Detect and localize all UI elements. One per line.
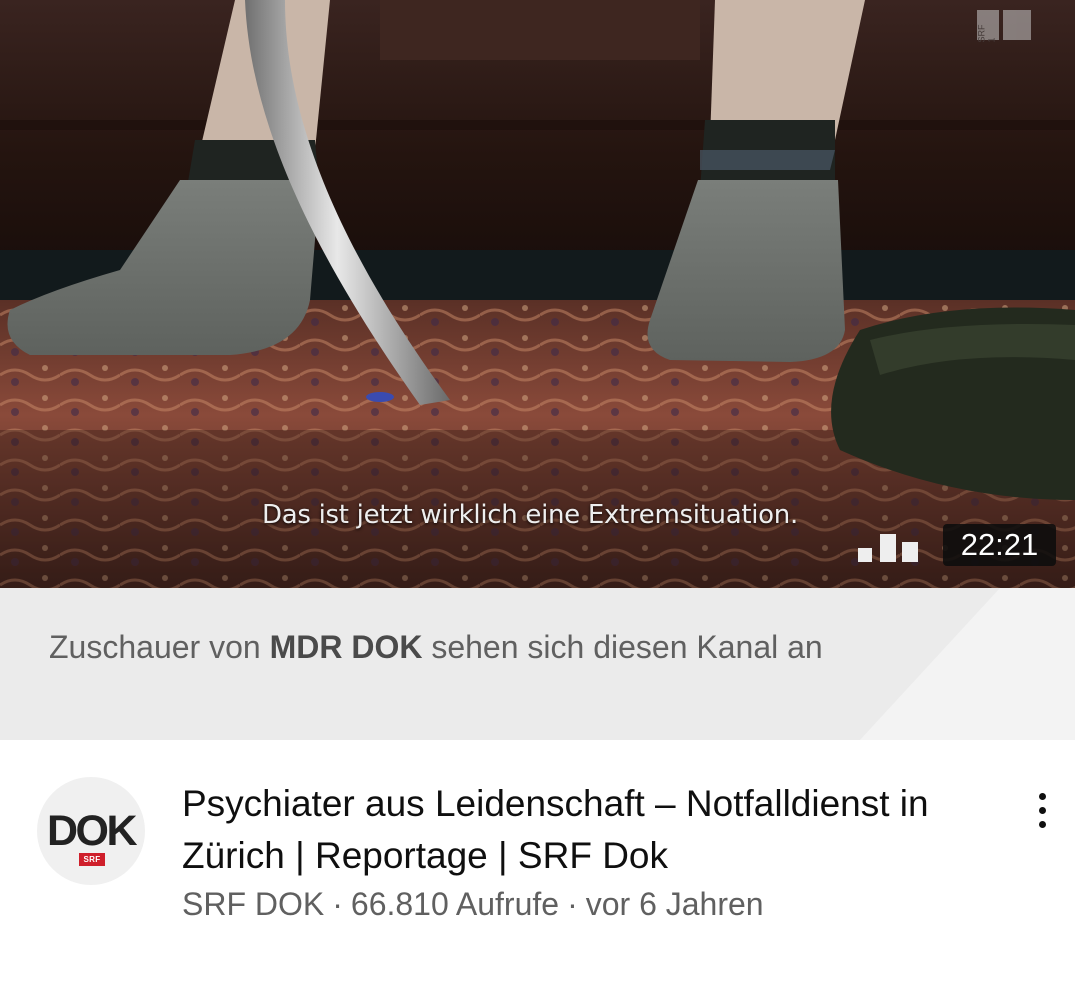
view-count: 66.810 Aufrufe bbox=[350, 886, 560, 922]
channel-name[interactable]: SRF DOK bbox=[182, 886, 324, 922]
video-meta-row: DOK SRF Psychiater aus Leidenschaft – No… bbox=[0, 740, 1075, 998]
signal-bars-icon bbox=[858, 534, 918, 562]
duration-badge: 22:21 bbox=[943, 524, 1056, 566]
reason-prefix: Zuschauer von bbox=[49, 629, 270, 665]
video-subtitle: Das ist jetzt wirklich eine Extremsituat… bbox=[262, 500, 798, 530]
reason-suffix: sehen sich diesen Kanal an bbox=[422, 629, 823, 665]
separator: · bbox=[567, 886, 578, 922]
video-thumbnail[interactable]: SRF 1 Das ist jetzt wirklich eine Extrem… bbox=[0, 0, 1075, 588]
channel-avatar-badge: SRF bbox=[79, 853, 105, 866]
more-vert-icon[interactable] bbox=[1022, 780, 1062, 840]
station-watermark: SRF 1 bbox=[976, 10, 1033, 43]
separator: · bbox=[332, 886, 343, 922]
video-title[interactable]: Psychiater aus Leidenschaft – Notfalldie… bbox=[182, 778, 982, 882]
recommendation-reason-text: Zuschauer von MDR DOK sehen sich diesen … bbox=[49, 626, 879, 669]
recommendation-reason-banner: Zuschauer von MDR DOK sehen sich diesen … bbox=[0, 588, 1075, 740]
channel-avatar-logo: DOK bbox=[46, 807, 138, 855]
reason-channel: MDR DOK bbox=[269, 629, 423, 665]
station-watermark-text: SRF 1 bbox=[976, 24, 997, 43]
banner-diagonal-shape bbox=[860, 588, 1075, 740]
upload-age: vor 6 Jahren bbox=[585, 886, 764, 922]
channel-avatar[interactable]: DOK SRF bbox=[37, 777, 145, 885]
video-subline: SRF DOK · 66.810 Aufrufe · vor 6 Jahren bbox=[182, 886, 764, 923]
